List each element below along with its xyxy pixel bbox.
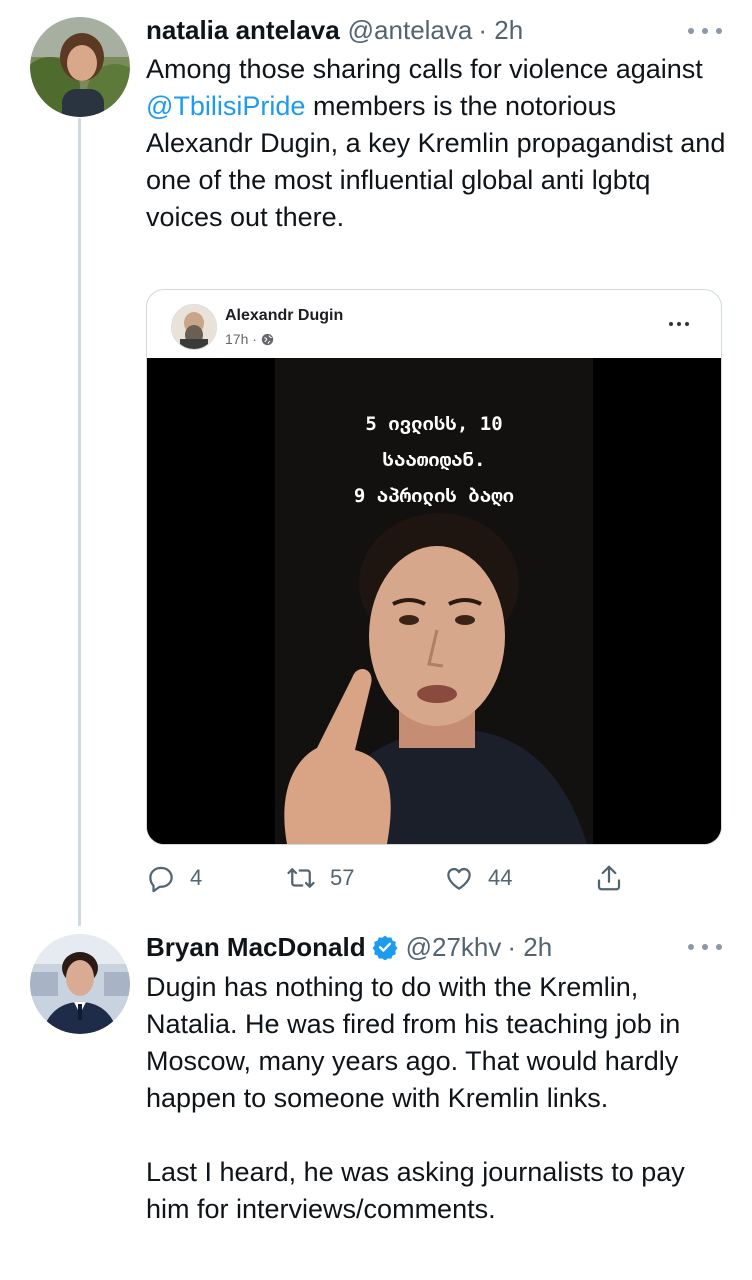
video-caption-line: 9 აპრილის ბაღი xyxy=(353,485,515,507)
globe-icon xyxy=(261,333,274,346)
tweet-body: Dugin has nothing to do with the Kremlin… xyxy=(146,969,726,1228)
like-button[interactable]: 44 xyxy=(444,860,512,896)
tweet-timestamp[interactable]: · 2h xyxy=(478,15,523,45)
author-avatar[interactable] xyxy=(30,17,130,117)
tweet-timestamp[interactable]: · 2h xyxy=(507,932,552,962)
tweet-action-bar: 4 57 44 xyxy=(146,860,636,896)
embedded-post-card[interactable]: Alexandr Dugin 17h · 5 ივლისს, 10 საათიდ… xyxy=(146,289,722,845)
more-dot xyxy=(716,28,722,34)
video-caption-line: 5 ივლისს, 10 xyxy=(365,413,503,435)
author-name[interactable]: natalia antelava xyxy=(146,15,340,45)
video-caption: 5 ივლისს, 10 საათიდან. 9 აპრილის ბაღი xyxy=(147,406,721,514)
retweet-count: 57 xyxy=(330,865,355,890)
author-name[interactable]: Bryan MacDonald xyxy=(146,932,366,962)
tweet-text-part: Among those sharing calls for violence a… xyxy=(146,54,703,84)
embed-meta: 17h · xyxy=(225,331,274,347)
embed-more-options-button[interactable] xyxy=(669,322,689,328)
video-caption-line: საათიდან. xyxy=(382,449,486,471)
like-count: 44 xyxy=(488,865,513,890)
more-dot xyxy=(688,944,694,950)
more-dot xyxy=(702,28,708,34)
more-dot xyxy=(677,322,681,326)
more-options-button[interactable] xyxy=(688,940,722,954)
mention-link[interactable]: @TbilisiPride xyxy=(146,91,305,121)
tweet-body: Among those sharing calls for violence a… xyxy=(146,51,726,236)
avatar-photo xyxy=(30,17,130,117)
reply-count: 4 xyxy=(190,865,203,890)
speech-bubble-icon xyxy=(149,866,173,893)
more-dot xyxy=(688,28,694,34)
tweet-header: Bryan MacDonald @27khv · 2h xyxy=(146,932,552,962)
retweet-button[interactable]: 57 xyxy=(286,860,354,896)
more-dot xyxy=(716,944,722,950)
embed-avatar-photo xyxy=(172,305,216,349)
tweet-paragraph: Last I heard, he was asking journalists … xyxy=(146,1157,685,1224)
share-button[interactable] xyxy=(594,860,638,896)
embed-timestamp[interactable]: 17h · xyxy=(225,331,257,347)
author-handle[interactable]: @antelava xyxy=(348,15,473,45)
reply-button[interactable]: 4 xyxy=(146,860,202,896)
more-dot xyxy=(702,944,708,950)
share-upload-icon xyxy=(597,865,621,891)
heart-icon xyxy=(447,867,471,890)
tweet-paragraph: Dugin has nothing to do with the Kremlin… xyxy=(146,972,681,1113)
verified-badge-icon xyxy=(372,934,398,960)
embed-author-avatar[interactable] xyxy=(171,304,217,350)
more-options-button[interactable] xyxy=(688,24,722,38)
more-dot xyxy=(669,322,673,326)
tweet-header: natalia antelava @antelava · 2h xyxy=(146,15,523,45)
thread-connector-line xyxy=(78,118,81,926)
avatar-photo xyxy=(30,934,130,1034)
embed-author-name[interactable]: Alexandr Dugin xyxy=(225,307,343,325)
retweet-arrows-icon xyxy=(287,868,315,888)
author-handle[interactable]: @27khv xyxy=(406,932,502,962)
more-dot xyxy=(685,322,689,326)
embedded-video[interactable]: 5 ივლისს, 10 საათიდან. 9 აპრილის ბაღი xyxy=(147,358,721,844)
reply-author-avatar[interactable] xyxy=(30,934,130,1034)
